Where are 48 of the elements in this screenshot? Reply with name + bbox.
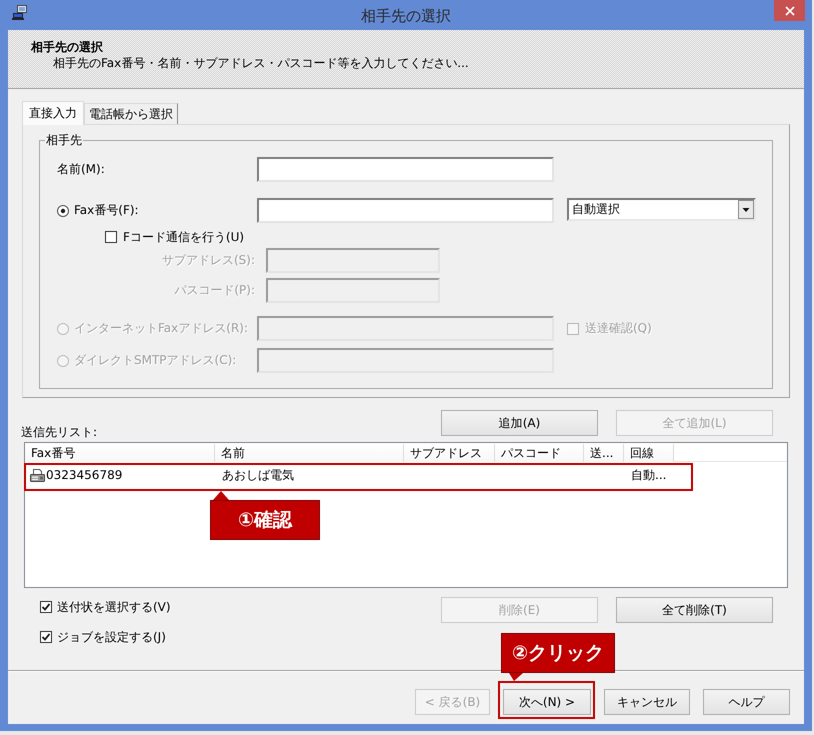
next-button[interactable]: 次へ(N) > [503,689,591,715]
checkbox[interactable] [40,601,52,613]
callout-label: ②クリック [501,633,616,673]
window-title: 相手先の選択 [361,6,451,26]
radio-label: ダイレクトSMTPアドレス(C): [74,353,236,368]
column-header[interactable]: 名前 [215,444,404,462]
column-header[interactable]: 送... [584,444,624,462]
callout-label: ①確認 [210,500,320,540]
table-cell: 0323456789 [46,468,122,482]
text-field[interactable] [257,157,554,182]
callout-pointer-icon [213,491,229,500]
radio-label: インターネットFaxアドレス(R): [74,321,248,336]
add-button[interactable]: 追加(A) [441,410,598,436]
close-button[interactable] [774,0,805,21]
table-cell-text: あおしば電気 [221,466,295,484]
group-title: 相手先 [45,133,83,148]
close-icon [784,6,794,16]
checkbox[interactable] [40,631,52,643]
delete-all-button[interactable]: 全て削除(T) [616,597,773,623]
list-row[interactable]: 0323456789 あおしば電気 自動... [25,465,787,485]
text-field[interactable] [257,198,554,223]
field-label: サブアドレス(S): [162,253,255,268]
checkbox[interactable] [105,231,117,243]
column-header[interactable]: 回線 [624,444,674,462]
header-subtitle: 相手先のFax番号・名前・サブアドレス・パスコード等を入力してください... [53,55,469,71]
tab[interactable]: 直接入力 [22,101,84,125]
checkbox-label: ジョブを設定する(J) [57,630,166,644]
dropdown[interactable]: 自動選択 [567,198,756,221]
help-button[interactable]: ヘルプ [703,689,790,715]
list-label: 送信先リスト: [21,425,98,440]
column-header[interactable]: Fax番号 [25,444,215,462]
table-cell-text: 自動... [630,466,668,484]
computer-icon [12,5,27,20]
fax-machine-icon [30,468,45,482]
radio-button[interactable] [57,204,69,216]
checkbox-label: Fコード通信を行う(U) [123,230,244,244]
field-label: パスコード(P): [174,283,255,298]
checkbox-label: 送付状を選択する(V) [57,600,171,614]
radio-label: Fax番号(F): [74,203,139,218]
checkbox-label: 送達確認(Q) [585,321,652,336]
tab[interactable]: 電話帳から選択 [84,103,178,124]
callout-pointer-icon [509,673,523,681]
field-label: 名前(M): [57,162,105,177]
column-header[interactable]: サブアドレス [404,444,495,462]
cancel-button[interactable]: キャンセル [604,689,690,715]
caret-down-icon [738,200,754,219]
header-title: 相手先の選択 [31,39,103,55]
column-header[interactable]: パスコード [495,444,584,462]
